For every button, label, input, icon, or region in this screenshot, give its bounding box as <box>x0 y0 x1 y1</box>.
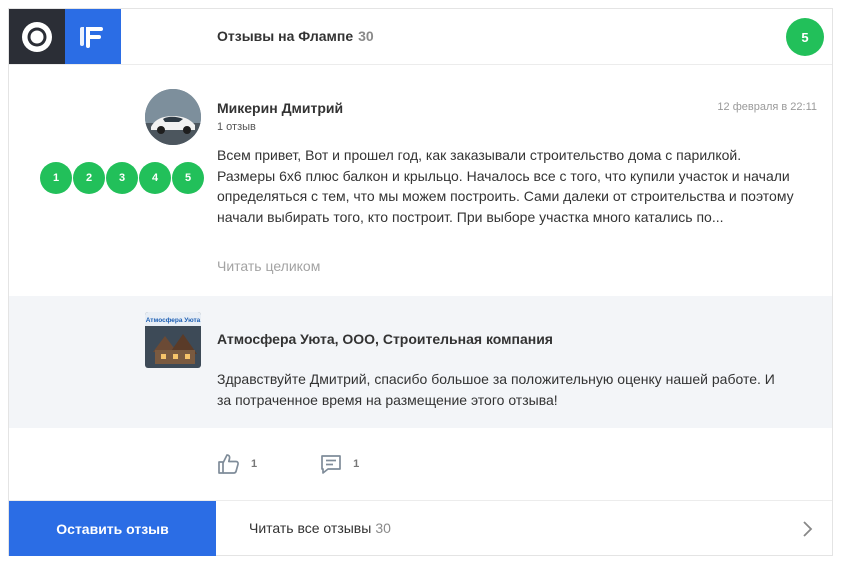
review-date: 12 февраля в 22:11 <box>717 101 817 113</box>
company-logo-image: Атмосфера Уюта <box>145 312 201 368</box>
rating-star-1: 1 <box>40 162 72 194</box>
page-title: Отзывы на Флампе 30 <box>217 28 374 44</box>
company-logo[interactable]: Атмосфера Уюта <box>145 312 201 368</box>
leave-review-button[interactable]: Оставить отзыв <box>9 501 216 556</box>
review-actions: 1 1 <box>217 452 421 476</box>
chevron-right-icon[interactable] <box>800 520 814 538</box>
header-title-text: Отзывы на Флампе <box>217 28 354 44</box>
rating-star-3: 3 <box>106 162 138 194</box>
2gis-logo[interactable] <box>9 9 65 64</box>
like-button[interactable]: 1 <box>217 452 257 476</box>
rating-badge: 5 <box>786 18 824 56</box>
thumbs-up-icon <box>218 454 239 474</box>
header-review-count: 30 <box>358 28 374 44</box>
read-all-label: Читать все отзывы <box>249 520 372 536</box>
widget-header: Отзывы на Флампе 30 5 <box>9 9 832 65</box>
company-logo-text: Атмосфера Уюта <box>146 317 201 324</box>
comment-count: 1 <box>353 458 360 470</box>
rating-stars: 1 2 3 4 5 <box>40 162 204 194</box>
rating-star-2: 2 <box>73 162 105 194</box>
reply-text: Здравствуйте Дмитрий, спасибо большое за… <box>217 371 775 408</box>
flamp-logo[interactable] <box>65 9 121 64</box>
comment-button[interactable]: 1 <box>319 452 359 476</box>
car-avatar-image <box>145 89 201 145</box>
author-avatar[interactable] <box>145 89 201 145</box>
company-name[interactable]: Атмосфера Уюта, ООО, Строительная компан… <box>217 331 553 347</box>
review-author[interactable]: Микерин Дмитрий <box>217 100 343 116</box>
widget-footer: Оставить отзыв Читать все отзывы 30 <box>9 500 832 556</box>
read-all-count: 30 <box>375 520 391 536</box>
company-reply: Атмосфера Уюта Атмосфера Уюта, ООО, Стро… <box>9 296 832 428</box>
rating-star-5: 5 <box>172 162 204 194</box>
author-review-count: 1 отзыв <box>217 121 256 133</box>
read-more-link[interactable]: Читать целиком <box>217 258 320 274</box>
comment-icon <box>321 455 341 474</box>
flamp-logo-icon <box>80 26 103 48</box>
2gis-logo-icon <box>22 21 52 52</box>
flamp-widget: Отзывы на Флампе 30 5 1 2 3 4 5 Микерин Д… <box>8 8 833 556</box>
read-all-reviews-link[interactable]: Читать все отзывы 30 <box>249 520 391 536</box>
review-text: Всем привет, Вот и прошел год, как заказ… <box>217 147 794 225</box>
rating-star-4: 4 <box>139 162 171 194</box>
like-count: 1 <box>251 458 258 470</box>
